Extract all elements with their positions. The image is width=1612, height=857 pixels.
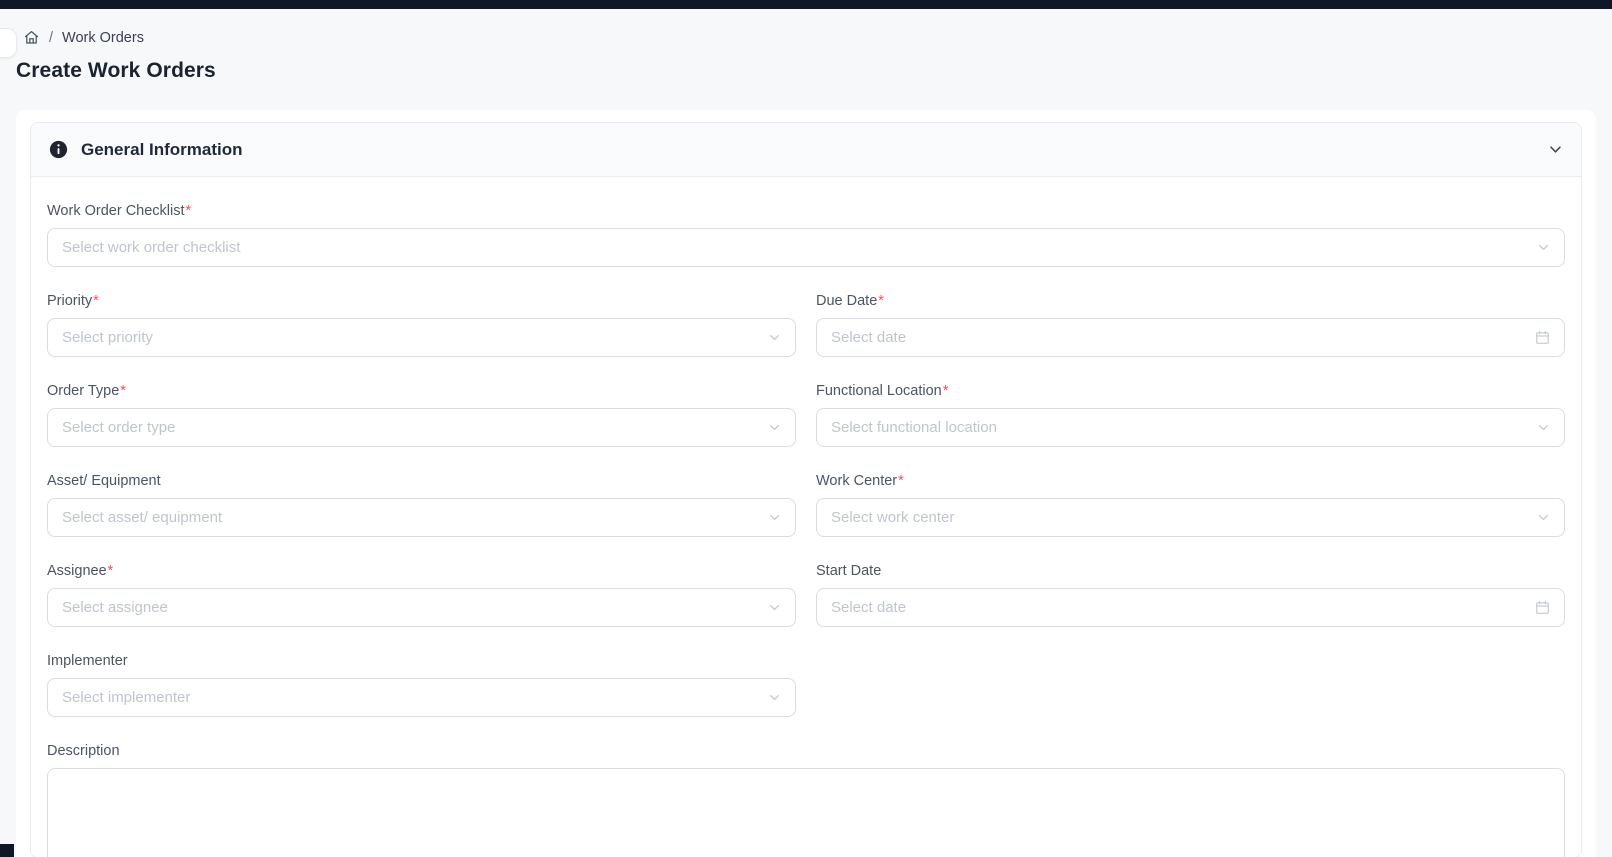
field-order-type: Order Type* Select order type	[47, 381, 796, 447]
due-date-date-input[interactable]: Select date	[816, 318, 1565, 357]
assignee-placeholder: Select assignee	[62, 599, 168, 616]
fields-grid: Work Order Checklist* Select work order c…	[47, 201, 1565, 857]
general-information-panel: General Information Work Order Checklist…	[30, 122, 1582, 857]
field-work-order-checklist: Work Order Checklist* Select work order c…	[47, 201, 1565, 267]
start-date-label: Start Date	[816, 561, 1565, 581]
priority-label-text: Priority	[47, 293, 93, 309]
work-center-placeholder: Select work center	[831, 509, 955, 526]
required-asterisk: *	[942, 383, 949, 399]
start-date-date-input[interactable]: Select date	[816, 588, 1565, 627]
order-type-label: Order Type*	[47, 381, 796, 401]
work-center-select[interactable]: Select work center	[816, 498, 1565, 537]
page-title: Create Work Orders	[16, 59, 216, 82]
field-functional-location: Functional Location* Select functional lo…	[816, 381, 1565, 447]
field-start-date: Start Date Select date	[816, 561, 1565, 627]
implementer-label-text: Implementer	[47, 653, 128, 669]
form-card: General Information Work Order Checklist…	[16, 110, 1596, 857]
bottom-left-bar	[0, 844, 14, 857]
field-description: Description	[47, 741, 1565, 857]
work-center-label: Work Center*	[816, 471, 1565, 491]
field-priority: Priority* Select priority	[47, 291, 796, 357]
implementer-label: Implementer	[47, 651, 796, 671]
work-center-label-text: Work Center	[816, 473, 898, 489]
start-date-label-text: Start Date	[816, 563, 882, 579]
work-order-checklist-label: Work Order Checklist*	[47, 201, 1565, 221]
chevron-down-icon	[768, 511, 781, 524]
implementer-select[interactable]: Select implementer	[47, 678, 796, 717]
chevron-down-icon	[768, 601, 781, 614]
order-type-select[interactable]: Select order type	[47, 408, 796, 447]
functional-location-label: Functional Location*	[816, 381, 1565, 401]
assignee-label: Assignee*	[47, 561, 796, 581]
home-icon[interactable]	[23, 29, 40, 46]
required-asterisk: *	[185, 203, 192, 219]
required-asterisk: *	[898, 473, 904, 489]
top-bar	[0, 0, 1612, 9]
field-asset-equipment: Asset/ Equipment Select asset/ equipment	[47, 471, 796, 537]
sidebar-toggle-handle[interactable]	[0, 28, 17, 58]
work-order-checklist-select[interactable]: Select work order checklist	[47, 228, 1565, 267]
calendar-icon	[1535, 330, 1550, 345]
breadcrumb-item-work-orders[interactable]: Work Orders	[62, 30, 144, 46]
functional-location-placeholder: Select functional location	[831, 419, 997, 436]
chevron-down-icon	[768, 421, 781, 434]
assignee-select[interactable]: Select assignee	[47, 588, 796, 627]
chevron-down-icon	[1537, 511, 1550, 524]
breadcrumb: / Work Orders	[23, 29, 144, 46]
asset-equipment-select[interactable]: Select asset/ equipment	[47, 498, 796, 537]
start-date-placeholder: Select date	[831, 599, 907, 616]
functional-location-label-text: Functional Location	[816, 383, 942, 399]
section-title: General Information	[81, 139, 243, 159]
general-information-body: Work Order Checklist* Select work order c…	[31, 177, 1581, 857]
info-circle-icon	[49, 140, 68, 159]
functional-location-select[interactable]: Select functional location	[816, 408, 1565, 447]
asset-equipment-label-text: Asset/ Equipment	[47, 473, 161, 489]
due-date-label-text: Due Date	[816, 293, 878, 309]
chevron-down-icon	[1537, 421, 1550, 434]
description-label-text: Description	[47, 743, 120, 759]
required-asterisk: *	[107, 563, 114, 579]
chevron-down-icon	[768, 331, 781, 344]
field-due-date: Due Date* Select date	[816, 291, 1565, 357]
field-work-center: Work Center* Select work center	[816, 471, 1565, 537]
description-textarea[interactable]	[47, 768, 1565, 857]
implementer-placeholder: Select implementer	[62, 689, 191, 706]
priority-select[interactable]: Select priority	[47, 318, 796, 357]
chevron-down-icon	[1537, 241, 1550, 254]
chevron-down-icon	[768, 691, 781, 704]
description-label: Description	[47, 741, 1565, 761]
priority-label: Priority*	[47, 291, 796, 311]
assignee-label-text: Assignee	[47, 563, 107, 579]
required-asterisk: *	[878, 293, 884, 309]
general-information-header[interactable]: General Information	[31, 123, 1581, 177]
work-order-checklist-placeholder: Select work order checklist	[62, 239, 241, 256]
due-date-label: Due Date*	[816, 291, 1565, 311]
asset-equipment-placeholder: Select asset/ equipment	[62, 509, 223, 526]
work-order-checklist-label-text: Work Order Checklist	[47, 203, 185, 219]
chevron-down-icon[interactable]	[1548, 142, 1563, 157]
asset-equipment-label: Asset/ Equipment	[47, 471, 796, 491]
priority-placeholder: Select priority	[62, 329, 153, 346]
required-asterisk: *	[93, 293, 99, 309]
breadcrumb-separator: /	[49, 29, 54, 46]
due-date-placeholder: Select date	[831, 329, 907, 346]
required-asterisk: *	[120, 383, 126, 399]
field-implementer: Implementer Select implementer	[47, 651, 796, 717]
calendar-icon	[1535, 600, 1550, 615]
order-type-label-text: Order Type	[47, 383, 120, 399]
order-type-placeholder: Select order type	[62, 419, 176, 436]
field-assignee: Assignee* Select assignee	[47, 561, 796, 627]
